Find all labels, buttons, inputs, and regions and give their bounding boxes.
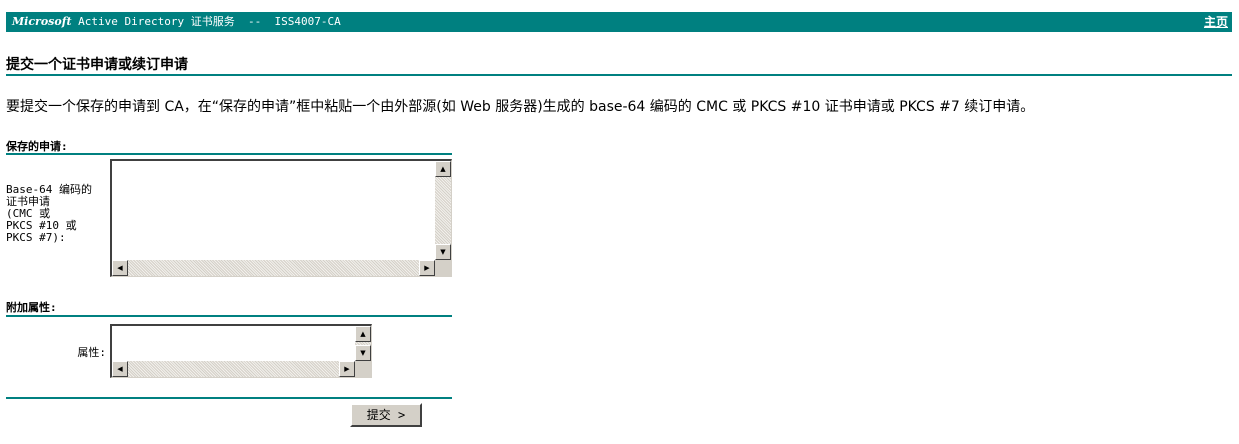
- attributes-section-title: 附加属性:: [6, 301, 57, 314]
- saved-request-divider: [6, 153, 452, 155]
- scroll-right-button[interactable]: ▶: [419, 260, 435, 276]
- scroll-left-button[interactable]: ◀: [112, 260, 128, 276]
- attributes-label: 属性:: [77, 346, 106, 359]
- horizontal-scrollbar[interactable]: ◀ ▶: [112, 260, 435, 276]
- submit-button[interactable]: 提交 >: [350, 403, 422, 427]
- scroll-up-button[interactable]: ▲: [435, 161, 451, 177]
- vertical-scrollbar[interactable]: ▲ ▼: [435, 161, 451, 260]
- scroll-right-button[interactable]: ▶: [339, 361, 355, 377]
- scroll-up-button[interactable]: ▲: [355, 326, 371, 342]
- scroll-down-button[interactable]: ▼: [435, 244, 451, 260]
- page-title: 提交一个证书申请或续订申请: [6, 57, 188, 73]
- header-bar: Microsoft Active Directory 证书服务 -- ISS40…: [6, 12, 1232, 32]
- page: Microsoft Active Directory 证书服务 -- ISS40…: [0, 0, 1239, 444]
- saved-request-label: Base-64 编码的 证书申请 (CMC 或 PKCS #10 或 PKCS …: [6, 184, 92, 244]
- scroll-left-button[interactable]: ◀: [112, 361, 128, 377]
- scroll-down-button[interactable]: ▼: [355, 345, 371, 361]
- scrollbar-corner: [355, 361, 371, 377]
- horizontal-scrollbar[interactable]: ◀ ▶: [112, 361, 355, 377]
- microsoft-logo: Microsoft: [12, 15, 72, 28]
- header-title: Active Directory 证书服务 -- ISS4007-CA: [71, 15, 341, 28]
- saved-request-textarea[interactable]: [112, 161, 434, 259]
- attributes-textarea[interactable]: [112, 326, 354, 360]
- title-divider: [6, 74, 1232, 76]
- saved-request-textarea-frame: ▲ ▼ ◀ ▶: [110, 159, 452, 277]
- saved-request-section-title: 保存的申请:: [6, 140, 68, 153]
- home-link[interactable]: 主页: [1204, 12, 1228, 32]
- page-description: 要提交一个保存的申请到 CA，在“保存的申请”框中粘贴一个由外部源(如 Web …: [6, 99, 1035, 115]
- scrollbar-corner: [435, 260, 451, 276]
- vertical-scrollbar[interactable]: ▲ ▼: [355, 326, 371, 361]
- footer-divider: [6, 397, 452, 399]
- attributes-textarea-frame: ▲ ▼ ◀ ▶: [110, 324, 372, 378]
- saved-request-label-line: PKCS #7):: [6, 231, 66, 244]
- header-brand: Microsoft Active Directory 证书服务 -- ISS40…: [12, 12, 341, 32]
- attributes-divider: [6, 315, 452, 317]
